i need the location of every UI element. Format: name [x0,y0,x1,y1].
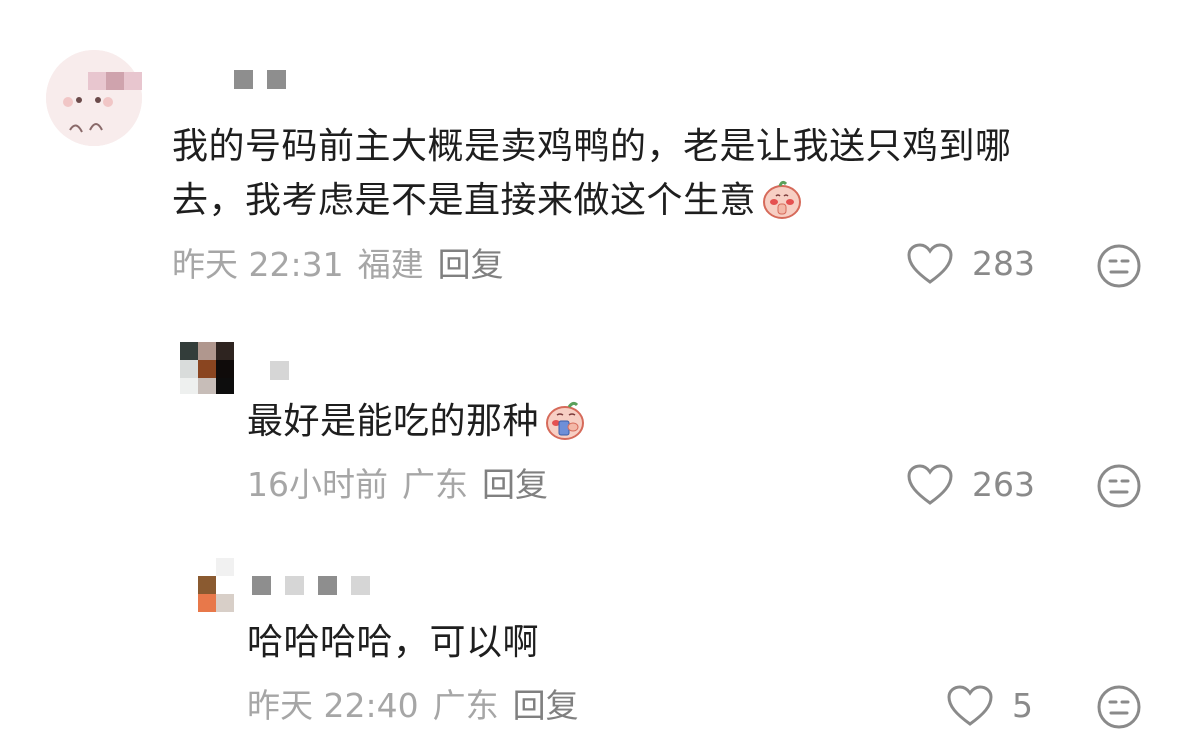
avatar-mosaic [88,72,106,90]
comment-meta: 16小时前 广东 回复 [247,465,548,505]
avatar-mosaic [216,342,234,360]
like-button[interactable]: 283 [906,242,1035,286]
avatar[interactable] [198,558,234,612]
comment-location: 福建 [357,245,424,284]
like-button[interactable]: 5 [946,684,1033,728]
like-count: 283 [972,244,1035,283]
avatar-mosaic [216,378,234,394]
reply-button[interactable]: 回复 [438,245,504,285]
avatar-mosaic [180,342,198,360]
like-button[interactable]: 263 [906,463,1035,507]
dislike-face-icon[interactable] [1096,684,1142,730]
like-count: 5 [1012,686,1033,725]
username-masked[interactable] [234,70,286,89]
avatar-mosaic [216,558,234,576]
comment-text: 哈哈哈哈，可以啊 [247,622,540,663]
peach-pray-emoji-icon [763,180,802,219]
reply-button[interactable]: 回复 [482,465,548,505]
heart-icon [907,243,953,284]
comment-text: 我的号码前主大概是卖鸡鸭的，老是让我送只鸡到哪 去，我考虑是不是直接来做这个生意 [172,126,1012,221]
avatar-mosaic [180,378,198,394]
username-masked[interactable] [270,361,289,380]
avatar-mosaic [198,342,216,360]
heart-icon [907,464,953,505]
avatar-mosaic [124,72,142,90]
username-masked[interactable] [252,576,370,595]
avatar-mosaic [198,576,216,594]
comment-location: 广东 [432,686,499,725]
reply-button[interactable]: 回复 [513,686,579,726]
avatar-mosaic [198,378,216,394]
like-count: 263 [972,465,1035,504]
comment-text: 最好是能吃的那种 [247,395,587,449]
peach-eating-emoji-icon [546,401,585,440]
avatar-mosaic [180,360,198,378]
avatar-mosaic [216,576,234,594]
avatar-mosaic [216,360,234,378]
comment-meta: 昨天 22:31 福建 回复 [172,245,504,285]
cartoon-avatar-icon [46,50,142,146]
dislike-face-icon[interactable] [1096,243,1142,289]
avatar-mosaic [198,594,216,612]
heart-icon [947,685,993,726]
avatar-mosaic [106,72,124,90]
comment-time: 16小时前 [247,465,388,504]
avatar[interactable] [46,50,142,146]
avatar-mosaic [216,594,234,612]
comment-time: 昨天 22:31 [172,245,344,284]
avatar-mosaic [198,360,216,378]
comment-location: 广东 [402,465,468,504]
avatar[interactable] [180,342,234,394]
comment-meta: 昨天 22:40 广东 回复 [247,686,579,726]
comment-time: 昨天 22:40 [247,686,419,725]
dislike-face-icon[interactable] [1096,463,1142,509]
